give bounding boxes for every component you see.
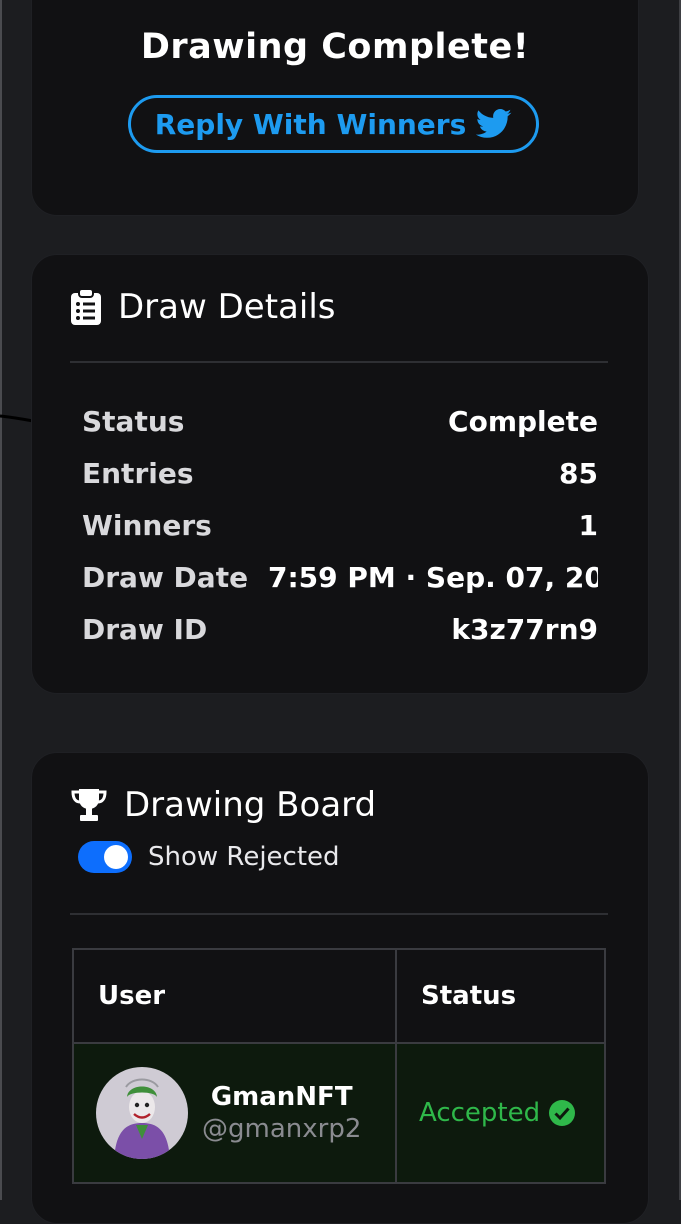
column-header-user[interactable]: User xyxy=(72,948,397,1044)
detail-row-draw-date: Draw Date 7:59 PM · Sep. 07, 20 xyxy=(82,555,598,599)
twitter-bird-icon xyxy=(476,109,512,138)
user-display-name[interactable]: GmanNFT xyxy=(211,1082,353,1112)
detail-key: Draw ID xyxy=(82,612,208,646)
show-rejected-label: Show Rejected xyxy=(148,842,340,872)
detail-row-status: Status Complete xyxy=(82,399,598,443)
left-edge xyxy=(0,0,2,1200)
show-rejected-toggle[interactable] xyxy=(78,841,132,873)
trophy-icon xyxy=(71,789,107,821)
status-badge: Accepted xyxy=(419,1098,541,1128)
draw-details-header: Draw Details xyxy=(70,287,335,327)
toggle-knob xyxy=(104,845,128,869)
detail-row-entries: Entries 85 xyxy=(82,451,598,495)
clipboard-list-icon xyxy=(71,288,101,325)
detail-value: 7:59 PM · Sep. 07, 20 xyxy=(268,560,598,594)
detail-key: Draw Date xyxy=(82,560,249,594)
detail-row-draw-id: Draw ID k3z77rn9 xyxy=(82,607,598,651)
joker-avatar-image xyxy=(96,1067,188,1159)
drawing-board-header: Drawing Board xyxy=(70,785,376,825)
drawing-board-title: Drawing Board xyxy=(124,785,377,825)
draw-details-title: Draw Details xyxy=(118,287,336,327)
board-divider xyxy=(70,913,608,915)
check-circle-icon xyxy=(549,1100,576,1126)
detail-key: Winners xyxy=(82,508,212,542)
detail-value: Complete xyxy=(448,404,598,438)
drawing-board-table: User Status GmanNFT @gmanxrp2 Accepted xyxy=(72,948,608,1184)
user-cell: GmanNFT @gmanxrp2 xyxy=(72,1042,397,1184)
table-row[interactable]: GmanNFT @gmanxrp2 Accepted xyxy=(72,1042,608,1184)
detail-value: 1 xyxy=(578,508,598,542)
completion-card: Drawing Complete! Reply With Winners xyxy=(31,0,639,216)
detail-row-winners: Winners 1 xyxy=(82,503,598,547)
show-rejected-row: Show Rejected xyxy=(78,841,340,873)
status-cell: Accepted xyxy=(395,1042,606,1184)
user-handle[interactable]: @gmanxrp2 xyxy=(202,1114,361,1144)
draw-details-card: Draw Details Status Complete Entries 85 … xyxy=(31,254,649,694)
completion-title: Drawing Complete! xyxy=(140,27,530,67)
details-divider xyxy=(70,361,608,363)
reply-button-label: Reply With Winners xyxy=(154,107,467,141)
detail-value: k3z77rn9 xyxy=(451,612,598,646)
detail-value: 85 xyxy=(559,456,598,490)
detail-key: Status xyxy=(82,404,185,438)
user-names: GmanNFT @gmanxrp2 xyxy=(202,1082,361,1144)
detail-key: Entries xyxy=(82,456,194,490)
table-header-row: User Status xyxy=(72,948,608,1044)
avatar xyxy=(96,1067,188,1159)
drawing-board-card: Drawing Board Show Rejected User Status xyxy=(31,752,649,1224)
reply-with-winners-button[interactable]: Reply With Winners xyxy=(128,95,539,153)
column-header-status[interactable]: Status xyxy=(395,948,606,1044)
